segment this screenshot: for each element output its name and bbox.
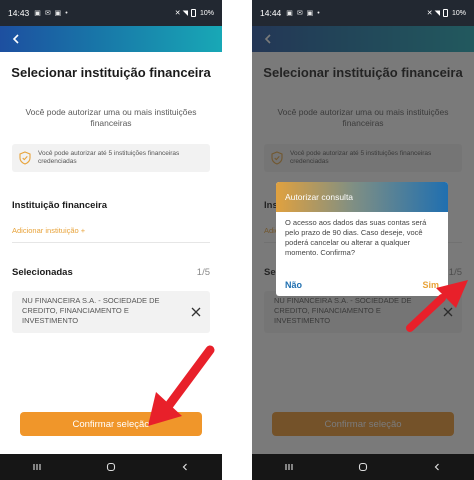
recent-apps-button[interactable] xyxy=(27,457,47,477)
home-button[interactable] xyxy=(101,457,121,477)
status-time: 14:43 xyxy=(8,8,30,18)
status-bar: 14:43 ▣ ✉ ▣ • ✕ ◥ 10% xyxy=(0,0,222,26)
signal-icon: ✕ ◥ xyxy=(174,10,188,17)
back-nav-icon xyxy=(434,463,439,471)
dialog-title: Autorizar consulta xyxy=(276,182,448,212)
phone-screen-right: 14:44 ▣ ✉ ▣ • ✕ ◥ 10% Selecionar institu… xyxy=(252,0,474,480)
page-subtitle: Você pode autorizar uma ou mais institui… xyxy=(25,107,197,128)
android-nav-bar xyxy=(0,454,222,480)
recent-apps-icon xyxy=(285,464,293,470)
recent-apps-icon xyxy=(33,464,41,470)
add-institution-link[interactable]: Adicionar instituição + xyxy=(12,226,85,235)
battery-icon xyxy=(442,9,448,17)
android-nav-bar xyxy=(252,454,474,480)
battery-percent: 10% xyxy=(199,9,214,17)
back-nav-icon xyxy=(182,463,187,471)
red-arrow-annotation xyxy=(406,280,468,332)
phone-screen-left: 14:43 ▣ ✉ ▣ • ✕ ◥ 10% Selecionar institu… xyxy=(0,0,222,480)
info-box: Você pode autorizar até 5 instituições f… xyxy=(12,144,210,172)
red-arrow-annotation xyxy=(148,345,215,426)
home-button[interactable] xyxy=(353,457,373,477)
selected-institution-item: NU FINANCEIRA S.A. - SOCIEDADE DE CREDIT… xyxy=(12,291,210,333)
back-arrow-icon xyxy=(12,34,19,44)
back-nav-button[interactable] xyxy=(427,457,447,477)
battery-percent: 10% xyxy=(451,9,466,17)
screenshot-stage: 14:43 ▣ ✉ ▣ • ✕ ◥ 10% Selecionar institu… xyxy=(0,0,474,480)
shield-check-icon xyxy=(19,151,31,165)
notification-icons: ▣ ✉ ▣ • xyxy=(34,10,69,17)
battery-icon xyxy=(190,9,196,17)
selected-count: 1/5 xyxy=(196,267,210,278)
status-time: 14:44 xyxy=(260,8,282,18)
page-title: Selecionar instituição financeira xyxy=(11,65,211,80)
notification-icons: ▣ ✉ ▣ • xyxy=(286,10,321,17)
selected-institution-name: NU FINANCEIRA S.A. - SOCIEDADE DE CREDIT… xyxy=(22,296,160,325)
app-header xyxy=(0,26,222,52)
close-icon[interactable] xyxy=(190,306,202,318)
divider xyxy=(12,242,210,243)
info-text: Você pode autorizar até 5 instituições f… xyxy=(38,149,180,166)
recent-apps-button[interactable] xyxy=(279,457,299,477)
back-button[interactable] xyxy=(8,31,24,47)
institution-label: Instituição financeira xyxy=(12,200,108,211)
signal-icon: ✕ ◥ xyxy=(426,10,440,17)
back-nav-button[interactable] xyxy=(175,457,195,477)
dialog-message: O acesso aos dados das suas contas será … xyxy=(285,218,427,257)
home-icon xyxy=(106,462,116,472)
selected-label: Selecionadas xyxy=(12,267,73,278)
status-right-group: ✕ ◥ 10% xyxy=(427,9,466,17)
status-bar: 14:44 ▣ ✉ ▣ • ✕ ◥ 10% xyxy=(252,0,474,26)
dialog-no-button[interactable]: Não xyxy=(285,280,302,290)
home-icon xyxy=(358,462,368,472)
status-right-group: ✕ ◥ 10% xyxy=(175,9,214,17)
